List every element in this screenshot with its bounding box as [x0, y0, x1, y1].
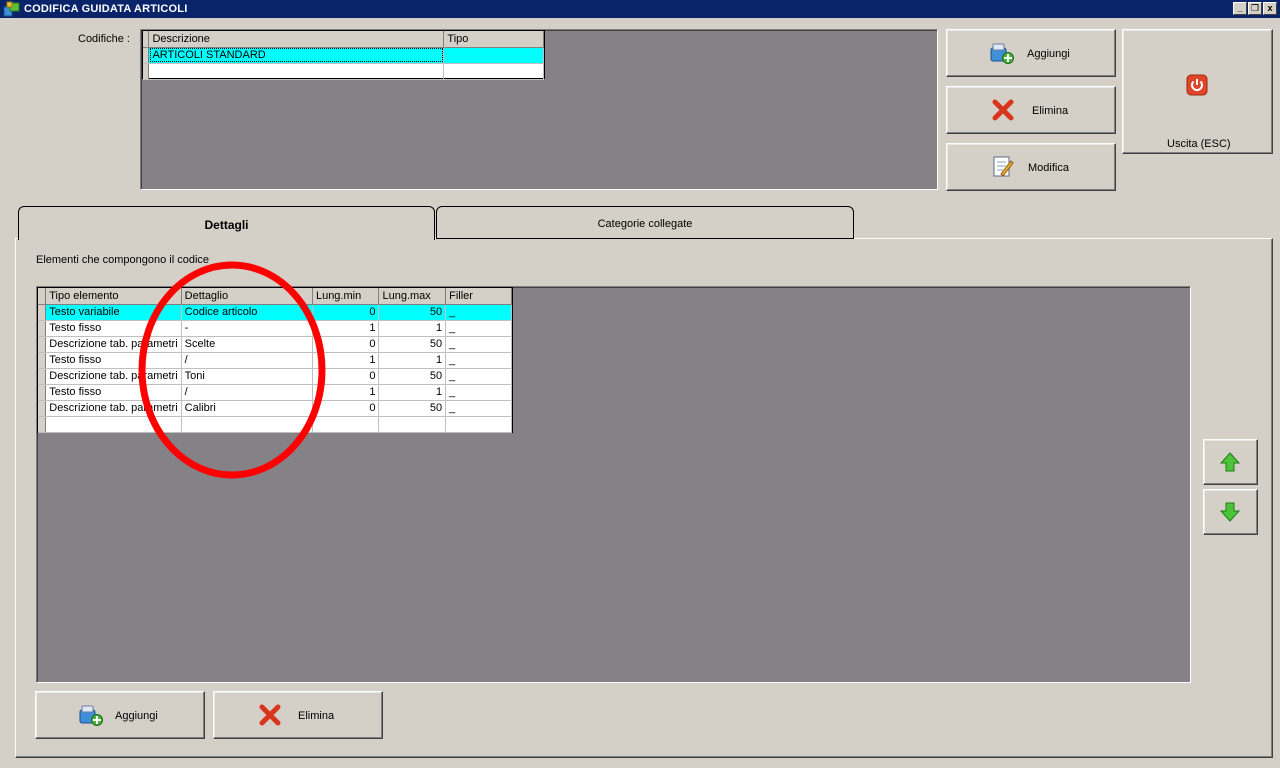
- cell-filler[interactable]: _: [445, 400, 512, 417]
- delete-codifica-button[interactable]: Elimina: [946, 86, 1116, 134]
- cell-lung-max[interactable]: 1: [378, 384, 447, 401]
- edit-codifica-label: Modifica: [1028, 162, 1069, 174]
- app-icon: [3, 1, 20, 17]
- cell-lung-max[interactable]: 50: [378, 400, 447, 417]
- minimize-button[interactable]: _: [1233, 2, 1247, 15]
- delete-codifica-label: Elimina: [1032, 105, 1069, 117]
- arrow-down-icon: [1219, 502, 1241, 522]
- cell-filler[interactable]: _: [445, 384, 512, 401]
- cell-descrizione[interactable]: ARTICOLI STANDARD: [148, 47, 445, 64]
- move-down-button[interactable]: [1203, 489, 1258, 535]
- cell-filler[interactable]: _: [445, 304, 512, 321]
- add-codifica-button[interactable]: Aggiungi: [946, 29, 1116, 77]
- cell-lung-max[interactable]: 1: [378, 352, 447, 369]
- add-icon: [990, 43, 1014, 64]
- cell-lung-max[interactable]: 50: [378, 304, 447, 321]
- arrow-up-icon: [1219, 452, 1241, 472]
- delete-icon: [992, 99, 1014, 121]
- tab-dettagli-label: Dettagli: [204, 218, 249, 232]
- cell-filler[interactable]: _: [445, 368, 512, 385]
- codifiche-grid[interactable]: Descrizione Tipo ARTICOLI STANDARD: [142, 30, 545, 80]
- add-element-label: Aggiungi: [115, 710, 158, 722]
- delete-element-button[interactable]: Elimina: [213, 691, 383, 739]
- delete-icon: [259, 704, 281, 726]
- edit-icon: [993, 156, 1014, 177]
- title-bar: CODIFICA GUIDATA ARTICOLI _ ❐ x: [0, 0, 1280, 18]
- delete-element-label: Elimina: [298, 710, 335, 722]
- row-indicator-header: [38, 288, 47, 305]
- add-element-button[interactable]: Aggiungi: [35, 691, 205, 739]
- column-header-descrizione[interactable]: Descrizione: [148, 31, 445, 48]
- close-button[interactable]: x: [1263, 2, 1277, 15]
- column-header-lung-max[interactable]: Lung.max: [378, 288, 447, 305]
- add-icon: [79, 705, 103, 726]
- table-row[interactable]: ARTICOLI STANDARD: [143, 47, 544, 64]
- move-up-button[interactable]: [1203, 439, 1258, 485]
- cell-tipo[interactable]: [443, 47, 544, 64]
- add-codifica-label: Aggiungi: [1027, 48, 1070, 60]
- edit-codifica-button[interactable]: Modifica: [946, 143, 1116, 191]
- annotation-ellipse: [138, 261, 326, 479]
- exit-button[interactable]: Uscita (ESC): [1122, 29, 1273, 154]
- cell-lung-max[interactable]: 50: [378, 336, 447, 353]
- window-title: CODIFICA GUIDATA ARTICOLI: [24, 3, 188, 15]
- tab-categorie-collegate[interactable]: Categorie collegate: [436, 206, 854, 239]
- cell-lung-max[interactable]: 1: [378, 320, 447, 337]
- tab-categorie-label: Categorie collegate: [597, 218, 693, 230]
- codifiche-label: Codifiche :: [78, 33, 130, 45]
- column-header-tipo[interactable]: Tipo: [443, 31, 544, 48]
- cell-filler[interactable]: _: [445, 320, 512, 337]
- restore-button[interactable]: ❐: [1248, 2, 1262, 15]
- cell-lung-max[interactable]: 50: [378, 368, 447, 385]
- power-icon: [1186, 74, 1208, 96]
- column-header-filler[interactable]: Filler: [445, 288, 512, 305]
- cell-filler[interactable]: _: [445, 336, 512, 353]
- exit-label: Uscita (ESC): [1167, 138, 1231, 150]
- table-row-empty[interactable]: [143, 63, 544, 80]
- cell-filler[interactable]: _: [445, 352, 512, 369]
- tab-dettagli[interactable]: Dettagli: [18, 206, 435, 240]
